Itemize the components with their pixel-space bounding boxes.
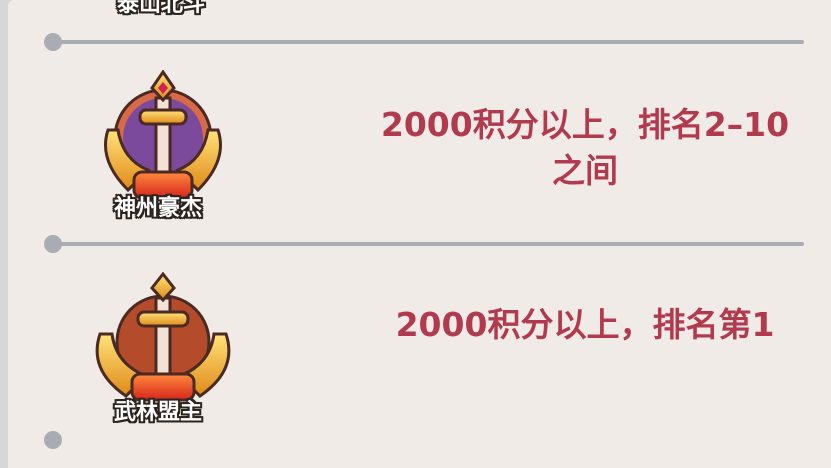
rank-reward-panel[interactable]: 泰山北斗 神州豪杰 2000积分以上，排名2–10之间 武林盟主 2000积分以… <box>8 0 831 468</box>
rank-badge-shenzhou: 神州豪杰 <box>88 70 238 230</box>
divider-line <box>52 40 804 44</box>
rank-name: 神州豪杰 <box>113 196 202 221</box>
rank-name-top: 泰山北斗 <box>116 0 205 17</box>
divider-dot <box>44 431 62 449</box>
rank-badge-wulin: 武林盟主 <box>88 272 238 432</box>
divider <box>44 32 804 52</box>
divider-dot <box>44 33 62 51</box>
divider <box>44 234 804 254</box>
rank-requirement: 2000积分以上，排名2–10之间 <box>380 105 790 190</box>
divider <box>44 430 804 450</box>
rank-requirement: 2000积分以上，排名第1 <box>395 305 775 344</box>
rank-name: 武林盟主 <box>113 400 202 425</box>
divider-line <box>52 242 804 246</box>
divider-dot <box>44 235 62 253</box>
